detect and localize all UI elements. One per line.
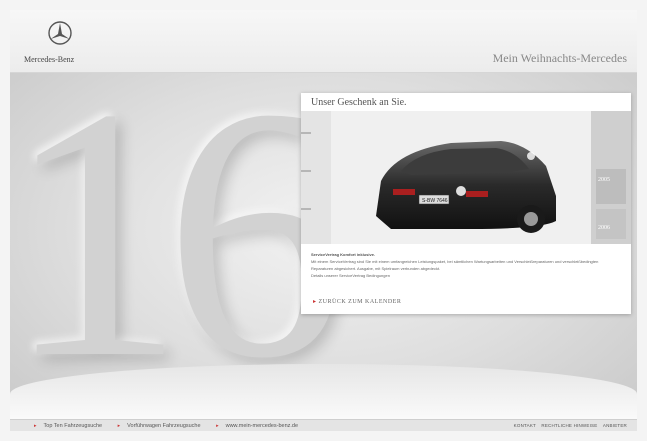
footer-link-legal[interactable]: RECHTLICHE HINWEISE: [541, 423, 597, 428]
gift-panel: Unser Geschenk an Sie. 2005 2006 S-BW 76…: [301, 93, 631, 314]
footer-link-label: Vorführwagen Fahrzeugsuche: [127, 423, 201, 429]
license-plate: S-BW 7646: [422, 198, 448, 204]
footer-links: ▸ Top Ten Fahrzeugsuche ▸ Vorführwagen Fah…: [34, 423, 312, 429]
calendar-stage: 16 Unser Geschenk an Sie. 2005 2006 S-BW…: [10, 73, 637, 419]
car-image: 2005 2006 S-BW 7646: [301, 111, 631, 244]
triangle-right-icon: ▸: [313, 299, 317, 305]
brand-name: Mercedes-Benz: [24, 55, 75, 64]
back-to-calendar-link[interactable]: ▸ ZURÜCK ZUM KALENDER: [313, 298, 401, 305]
footer-legal-links: KONTAKT RECHTLICHE HINWEISE ANBIETER: [510, 423, 627, 428]
panel-text: ServiceVertrag Komfort inklusive. Mit ei…: [311, 251, 621, 279]
page-title: Mein Weihnachts-Mercedes: [492, 51, 627, 65]
footer-link-demo-cars[interactable]: ▸ Vorführwagen Fahrzeugsuche: [118, 423, 208, 429]
footer-link-contact[interactable]: KONTAKT: [514, 423, 536, 428]
header: Mercedes-Benz Mein Weihnachts-Mercedes: [10, 10, 637, 73]
snow-ground: [10, 364, 637, 419]
footer-link-label: Top Ten Fahrzeugsuche: [43, 423, 103, 429]
panel-title: Unser Geschenk an Sie.: [311, 97, 407, 108]
footer-link-provider[interactable]: ANBIETER: [603, 423, 627, 428]
conditions-link[interactable]: Details unserer ServiceVertrag Bedingung…: [311, 272, 621, 279]
footer-link-top-ten[interactable]: ▸ Top Ten Fahrzeugsuche: [34, 423, 109, 429]
year-label-2006: 2006: [598, 225, 610, 231]
day-number: 16: [10, 73, 345, 419]
footer-link-website[interactable]: ▸ www.mein-mercedes-benz.de: [216, 423, 305, 429]
footer: ▸ Top Ten Fahrzeugsuche ▸ Vorführwagen Fah…: [10, 419, 637, 431]
triangle-right-icon: ▸: [216, 423, 219, 429]
triangle-right-icon: ▸: [34, 423, 37, 429]
triangle-right-icon: ▸: [117, 423, 121, 429]
page-frame: Mercedes-Benz Mein Weihnachts-Mercedes 1…: [10, 10, 637, 431]
text-body: Mit einem ServiceVertrag sind Sie mit ei…: [311, 259, 599, 271]
back-link-label: ZURÜCK ZUM KALENDER: [318, 299, 402, 305]
footer-link-label: www.mein-mercedes-benz.de: [225, 423, 299, 429]
year-label-2005: 2005: [598, 177, 610, 183]
text-heading: ServiceVertrag Komfort inklusive.: [311, 252, 376, 257]
